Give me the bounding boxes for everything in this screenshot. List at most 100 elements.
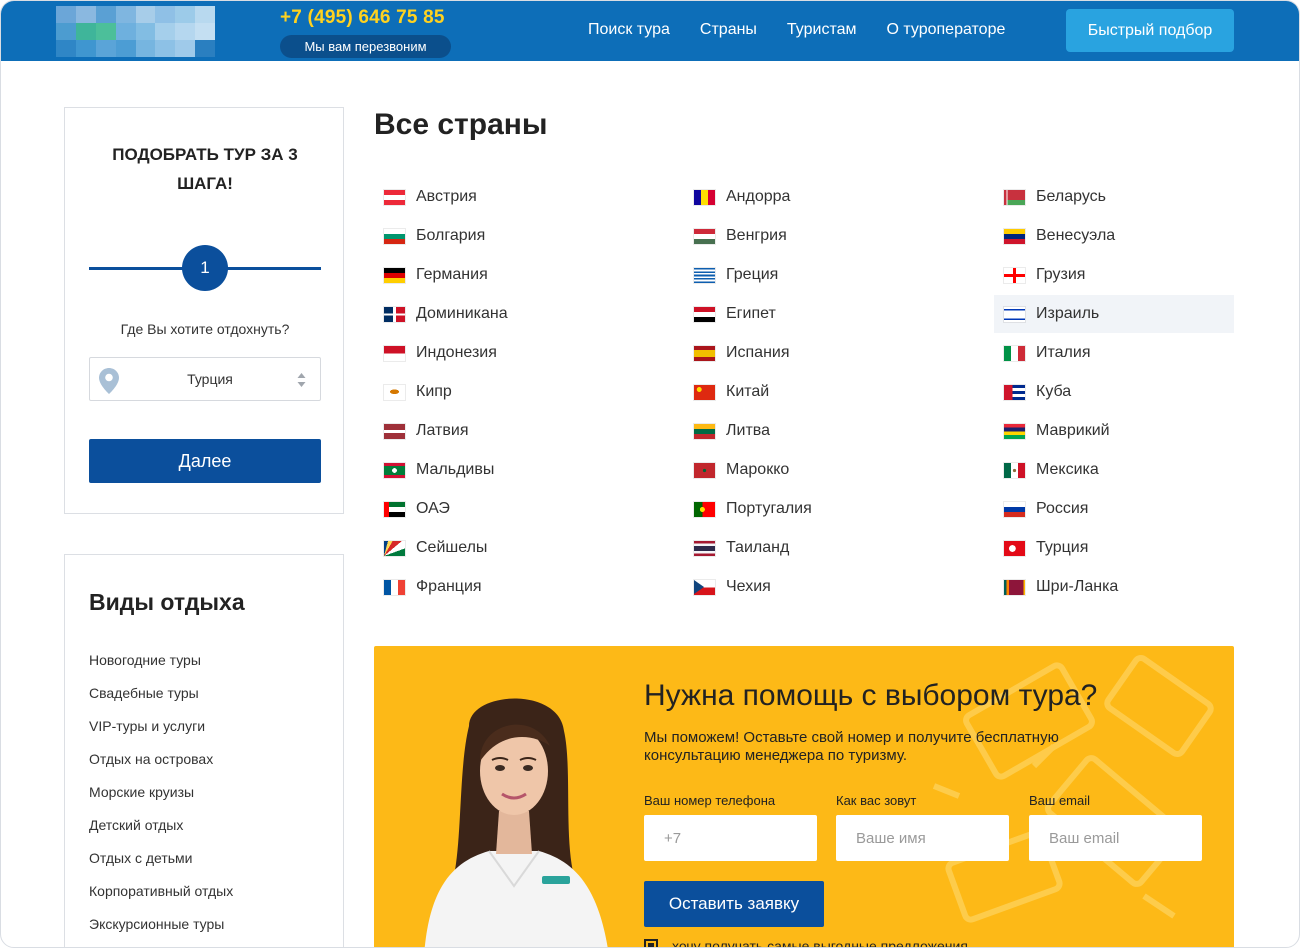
nav-countries[interactable]: Страны [700, 21, 757, 39]
country-link[interactable]: Латвия [374, 412, 614, 450]
country-name: Венгрия [726, 227, 787, 244]
country-link[interactable]: Куба [994, 373, 1234, 411]
country-name: Латвия [416, 422, 469, 439]
country-link[interactable]: Испания [684, 334, 924, 372]
help-banner: Нужна помощь с выбором тура? Мы поможем!… [374, 646, 1234, 948]
country-name: Марокко [726, 461, 790, 478]
page-title: Все страны [374, 108, 548, 141]
country-link[interactable]: Андорра [684, 178, 924, 216]
wizard-title: ПОДОБРАТЬ ТУР ЗА 3 ШАГА! [112, 145, 298, 193]
country-link[interactable]: Египет [684, 295, 924, 333]
consent-row: хочу получать самые выгодные предложения [644, 938, 968, 948]
vacation-type-link[interactable]: Морские круизы [89, 784, 233, 817]
vacation-type-link[interactable]: Отдых на островах [89, 751, 233, 784]
country-link[interactable]: Доминикана [374, 295, 614, 333]
venezuela-flag-icon [1004, 228, 1025, 244]
country-link[interactable]: Греция [684, 256, 924, 294]
latvia-flag-icon [384, 423, 405, 439]
countries-grid: Австрия Андорра Беларусь Болгария Венгрия Вен… [374, 178, 1299, 607]
country-link[interactable]: ОАЭ [374, 490, 614, 528]
callback-button[interactable]: Мы вам перезвоним [280, 35, 451, 58]
nav-tour-search[interactable]: Поиск тура [588, 21, 670, 39]
country-link[interactable]: Израиль [994, 295, 1234, 333]
turkey-flag-icon [1004, 540, 1025, 556]
country-name: Маврикий [1036, 422, 1110, 439]
quick-pick-button[interactable]: Быстрый подбор [1066, 9, 1234, 52]
cuba-flag-icon [1004, 384, 1025, 400]
consent-checkbox[interactable] [644, 939, 658, 947]
country-link[interactable]: Германия [374, 256, 614, 294]
country-link[interactable]: Венгрия [684, 217, 924, 255]
uae-flag-icon [384, 501, 405, 517]
name-label: Как вас зовут [836, 793, 917, 808]
country-link[interactable]: Литва [684, 412, 924, 450]
belarus-flag-icon [1004, 189, 1025, 205]
help-subtitle: Мы поможем! Оставьте свой номер и получи… [644, 729, 1059, 764]
tour-wizard: ПОДОБРАТЬ ТУР ЗА 3 ШАГА! 1 Где Вы хотите… [64, 107, 344, 514]
nav-about-operator[interactable]: О туроператоре [887, 21, 1006, 39]
country-link[interactable]: Мексика [994, 451, 1234, 489]
main-nav: Поиск тура Страны Туристам О туроператор… [588, 21, 1005, 39]
country-link[interactable]: Франция [374, 568, 614, 606]
maldives-flag-icon [384, 462, 405, 478]
country-link[interactable]: Марокко [684, 451, 924, 489]
bulgaria-flag-icon [384, 228, 405, 244]
russia-flag-icon [1004, 501, 1025, 517]
indonesia-flag-icon [384, 345, 405, 361]
country-name: Кипр [416, 383, 452, 400]
country-link[interactable]: Италия [994, 334, 1234, 372]
vacation-types-list: Новогодние туры Свадебные туры VIP-туры … [89, 652, 233, 947]
header-phone[interactable]: +7 (495) 646 75 85 [280, 7, 445, 29]
nav-tourists[interactable]: Туристам [787, 21, 857, 39]
germany-flag-icon [384, 267, 405, 283]
country-link[interactable]: Сейшелы [374, 529, 614, 567]
country-link[interactable]: Грузия [994, 256, 1234, 294]
country-link[interactable]: Маврикий [994, 412, 1234, 450]
name-input[interactable] [836, 815, 1009, 861]
czech-flag-icon [694, 579, 715, 595]
country-link[interactable]: Мальдивы [374, 451, 614, 489]
country-link[interactable]: Австрия [374, 178, 614, 216]
country-link[interactable]: Португалия [684, 490, 924, 528]
country-link[interactable]: Венесуэла [994, 217, 1234, 255]
vacation-type-link[interactable]: VIP-туры и услуги [89, 718, 233, 751]
country-name: ОАЭ [416, 500, 450, 517]
country-link[interactable]: Кипр [374, 373, 614, 411]
country-link[interactable]: Шри-Ланка [994, 568, 1234, 606]
next-button[interactable]: Далее [89, 439, 321, 483]
vacation-type-link[interactable]: Отдых с детьми [89, 850, 233, 883]
country-link[interactable]: Россия [994, 490, 1234, 528]
country-link[interactable]: Индонезия [374, 334, 614, 372]
country-name: Андорра [726, 188, 791, 205]
country-name: Германия [416, 266, 488, 283]
country-name: Сейшелы [416, 539, 488, 556]
destination-select[interactable]: Турция [89, 357, 321, 401]
vacation-type-link[interactable]: Новогодние туры [89, 652, 233, 685]
email-input[interactable] [1029, 815, 1202, 861]
vacation-type-link[interactable]: Экскурсионные туры [89, 916, 233, 947]
country-name: Египет [726, 305, 776, 322]
israel-flag-icon [1004, 306, 1025, 322]
vacation-type-link[interactable]: Детский отдых [89, 817, 233, 850]
phone-input[interactable] [644, 815, 817, 861]
country-link[interactable]: Болгария [374, 217, 614, 255]
consent-text: хочу получать самые выгодные предложения [672, 938, 968, 948]
china-flag-icon [694, 384, 715, 400]
country-name: Куба [1036, 383, 1072, 400]
spain-flag-icon [694, 345, 715, 361]
italy-flag-icon [1004, 345, 1025, 361]
austria-flag-icon [384, 189, 405, 205]
country-link[interactable]: Беларусь [994, 178, 1234, 216]
country-link[interactable]: Турция [994, 529, 1234, 567]
wizard-question: Где Вы хотите отдохнуть? [120, 321, 290, 337]
vacation-types-title: Виды отдыха [89, 589, 245, 615]
submit-request-button[interactable]: Оставить заявку [644, 881, 824, 927]
vacation-type-link[interactable]: Свадебные туры [89, 685, 233, 718]
country-link[interactable]: Чехия [684, 568, 924, 606]
mexico-flag-icon [1004, 462, 1025, 478]
vacation-type-link[interactable]: Корпоративный отдых [89, 883, 233, 916]
country-link[interactable]: Китай [684, 373, 924, 411]
country-link[interactable]: Таиланд [684, 529, 924, 567]
country-name: Китай [726, 383, 770, 400]
site-logo[interactable] [56, 6, 215, 57]
